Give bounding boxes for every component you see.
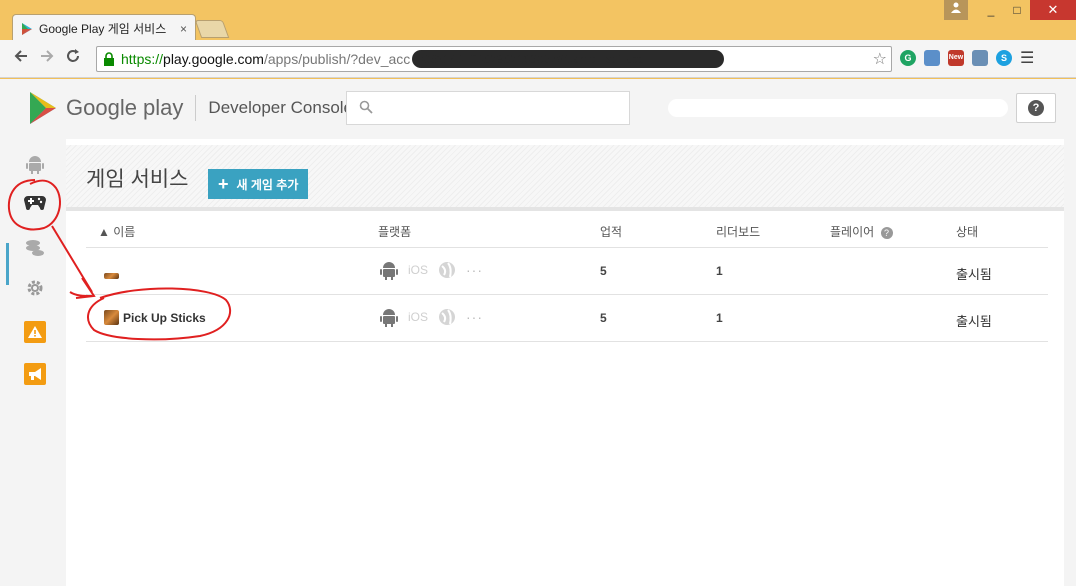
column-header-name[interactable]: ▲ 이름: [98, 223, 135, 240]
nav-settings[interactable]: [22, 275, 48, 301]
brand-text: Google play: [66, 95, 184, 120]
address-bar[interactable]: https://play.google.com/apps/publish/?de…: [96, 46, 892, 72]
panel-header-divider: [66, 207, 1064, 211]
android-icon: [380, 309, 398, 327]
column-header-players[interactable]: 플레이어 ?: [830, 223, 893, 240]
platform-icons: iOS ···: [380, 307, 483, 327]
extension-window-icon[interactable]: [924, 50, 940, 66]
gamepad-icon: [24, 196, 46, 210]
redacted-account[interactable]: [668, 99, 1008, 117]
gear-icon: [27, 280, 43, 296]
new-tab-button[interactable]: [194, 20, 230, 38]
globe-icon: [439, 309, 456, 325]
url-scheme: https://: [121, 51, 164, 67]
extension-notes-icon[interactable]: [972, 50, 988, 66]
ios-icon: iOS: [408, 263, 429, 277]
extensions-bar: G New S ☰: [900, 48, 1034, 68]
players-help-icon[interactable]: ?: [880, 227, 893, 239]
status-badge: 출시됨: [956, 267, 992, 282]
warning-icon: [24, 321, 46, 343]
game-icon: [104, 273, 119, 279]
plus-icon: +: [218, 173, 229, 194]
extension-green-icon[interactable]: G: [900, 50, 916, 66]
achievements-count: 5: [600, 311, 607, 325]
android-icon: [380, 262, 398, 280]
skype-icon[interactable]: S: [996, 50, 1012, 66]
google-play-logo-icon: [30, 92, 56, 124]
search-input[interactable]: [379, 98, 619, 118]
forward-arrow-icon: [41, 50, 54, 62]
left-nav: [0, 139, 66, 586]
achievements-count: 5: [600, 264, 607, 278]
table-row[interactable]: Pick Up Sticks iOS ··· 5 1 출시됨: [86, 295, 1048, 342]
window-close-button[interactable]: ✕: [1030, 0, 1076, 20]
page-title: 게임 서비스: [86, 168, 189, 191]
ios-icon: iOS: [408, 310, 429, 324]
game-name[interactable]: Pick Up Sticks: [123, 311, 206, 325]
nav-announcements[interactable]: [22, 361, 48, 387]
android-icon: [26, 156, 44, 174]
column-header-leaderboards[interactable]: 리더보드: [716, 223, 760, 240]
add-new-game-label: 새 게임 추가: [236, 177, 299, 192]
url-host: play.google.com: [163, 51, 264, 67]
help-button[interactable]: ?: [1016, 93, 1056, 123]
tab-title: Google Play 게임 서비스: [39, 22, 167, 36]
lock-icon: [104, 52, 114, 66]
add-new-game-button[interactable]: + 새 게임 추가: [208, 169, 309, 199]
nav-active-indicator: [6, 243, 9, 285]
console-header: Google play Developer Console ?: [0, 79, 1076, 139]
maximize-button[interactable]: □: [1004, 0, 1030, 20]
reload-icon: [67, 49, 79, 62]
more-platforms-icon: ···: [466, 309, 484, 325]
search-icon: [359, 100, 373, 114]
back-arrow-icon: [14, 50, 27, 62]
url-path: /apps/publish/?dev_acc: [263, 51, 411, 67]
tab-close-icon[interactable]: ×: [180, 22, 187, 36]
developer-console: Google play Developer Console ? 게임 서비스 +…: [0, 79, 1076, 586]
google-play-icon: [22, 22, 32, 35]
column-header-achievements[interactable]: 업적: [600, 223, 622, 240]
megaphone-icon: [24, 363, 46, 385]
brand[interactable]: Google play Developer Console: [28, 91, 353, 125]
game-icon: [104, 310, 119, 325]
bookmark-star-icon[interactable]: ☆: [873, 49, 887, 69]
column-header-status[interactable]: 상태: [956, 223, 978, 240]
minimize-button[interactable]: _: [978, 0, 1004, 20]
table-row[interactable]: iOS ··· 5 1 출시됨: [86, 248, 1048, 295]
nav-game-services[interactable]: [22, 189, 48, 215]
browser-tab[interactable]: Google Play 게임 서비스 ×: [12, 14, 196, 42]
platform-icons: iOS ···: [380, 260, 483, 280]
content-panel: 게임 서비스 + 새 게임 추가 ▲ 이름 플랫폼 업적 리더보드 플레이어 ?…: [66, 139, 1064, 586]
status-badge: 출시됨: [956, 314, 992, 329]
column-header-platform: 플랫폼: [378, 225, 412, 239]
nav-reports[interactable]: [22, 235, 48, 261]
user-profile-icon[interactable]: [944, 0, 968, 20]
nav-apps[interactable]: [22, 151, 48, 177]
reload-button[interactable]: [60, 49, 86, 68]
nav-alerts[interactable]: [22, 319, 48, 345]
brand-divider: [195, 95, 197, 121]
leaderboards-count: 1: [716, 264, 723, 278]
column-header-players-label: 플레이어: [830, 225, 875, 239]
window-controls: _ □ ✕: [944, 0, 1076, 22]
console-title: Developer Console: [208, 98, 354, 117]
forward-button[interactable]: [34, 49, 60, 68]
browser-titlebar: Google Play 게임 서비스 × _ □ ✕: [0, 0, 1076, 42]
search-box[interactable]: [346, 91, 630, 125]
more-platforms-icon: ···: [466, 262, 484, 278]
back-button[interactable]: [8, 49, 34, 68]
panel-header: 게임 서비스 + 새 게임 추가: [66, 145, 1064, 207]
redacted-url-part: =06214010082982163057#GameListPlace: [412, 50, 725, 68]
coins-icon: [26, 240, 44, 256]
browser-menu-icon[interactable]: ☰: [1020, 48, 1034, 68]
help-icon: ?: [1028, 100, 1044, 116]
globe-icon: [439, 262, 456, 278]
extension-new-icon[interactable]: New: [948, 50, 964, 66]
leaderboards-count: 1: [716, 311, 723, 325]
